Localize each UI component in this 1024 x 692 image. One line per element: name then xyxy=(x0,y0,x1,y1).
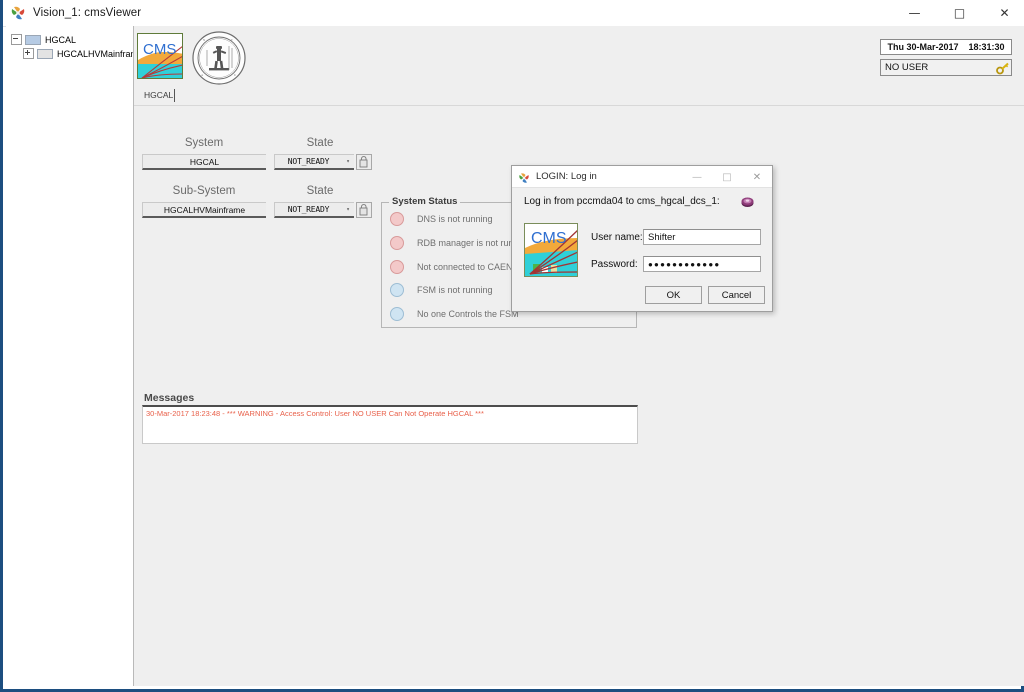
login-prompt-text: Log in from pccmda04 to cms_hgcal_dcs_1: xyxy=(524,196,720,207)
state-column-header-2: State xyxy=(306,185,334,197)
login-close-button[interactable]: ✕ xyxy=(742,166,772,188)
tab-hgcal[interactable]: HGCAL xyxy=(140,88,177,102)
message-line: 30-Mar-2017 18:23:48 - *** WARNING - Acc… xyxy=(146,409,484,418)
maximize-button[interactable]: □ xyxy=(937,0,982,26)
badge-icon xyxy=(740,196,755,209)
cancel-button[interactable]: Cancel xyxy=(708,286,765,304)
clock-time: 18:31:30 xyxy=(968,42,1005,52)
tree-node-icon xyxy=(25,34,41,45)
user-value: NO USER xyxy=(885,62,929,73)
tree-expand-toggle-icon[interactable] xyxy=(23,48,34,59)
main-content-area: CMS N T A U HGCAL Thu 30-Mar-2017 18:31:… xyxy=(134,26,1024,686)
close-button[interactable]: ✕ xyxy=(982,0,1024,26)
system-column-header: System xyxy=(184,137,224,149)
messages-list[interactable]: 30-Mar-2017 18:23:48 - *** WARNING - Acc… xyxy=(142,405,638,444)
status-text: DNS is not running xyxy=(417,214,493,224)
login-minimize-button[interactable]: — xyxy=(682,166,712,188)
state-value-1: NOT_READY xyxy=(287,157,330,166)
status-text: Not connected to CAEN xyxy=(417,262,513,272)
system-status-title: System Status xyxy=(389,196,461,207)
tree-collapse-toggle-icon[interactable] xyxy=(11,34,22,45)
clock-date: Thu 30-Mar-2017 xyxy=(887,42,959,52)
username-input[interactable]: Shifter xyxy=(643,229,761,245)
pinwheel-icon xyxy=(10,5,26,21)
state-dropdown-subsystem[interactable]: NOT_READY ▾ xyxy=(274,202,354,218)
navigation-tree-panel: HGCAL HGCALHVMainframe xyxy=(6,26,134,686)
tree-item-hgcalhvmainframe[interactable]: HGCALHVMainframe xyxy=(6,47,133,60)
svg-text:CMS: CMS xyxy=(143,41,176,58)
application-window: Vision_1: cmsViewer — □ ✕ HGCAL HGCALHVM… xyxy=(0,0,1024,692)
status-led-icon xyxy=(390,236,404,250)
window-titlebar: Vision_1: cmsViewer — □ ✕ xyxy=(3,0,1024,27)
subsystem-column-header: Sub-System xyxy=(172,185,236,197)
cms-logo: CMS xyxy=(137,33,183,79)
chevron-down-icon: ▾ xyxy=(346,206,350,213)
status-led-icon xyxy=(390,260,404,274)
tree-item-label: HGCALHVMainframe xyxy=(57,48,133,59)
login-window-controls: — □ ✕ xyxy=(682,166,772,188)
status-led-icon xyxy=(390,212,404,226)
password-label: Password: xyxy=(591,259,638,270)
login-dialog-titlebar: LOGIN: Log in — □ ✕ xyxy=(512,166,772,188)
status-text: FSM is not running xyxy=(417,285,493,295)
tree-node-icon xyxy=(37,48,53,59)
tab-divider xyxy=(174,89,175,102)
state-value-2: NOT_READY xyxy=(287,205,330,214)
tree-item-hgcal[interactable]: HGCAL xyxy=(6,33,133,46)
user-field[interactable]: NO USER xyxy=(880,59,1012,76)
username-label: User name: xyxy=(591,232,643,243)
status-row: RDB manager is not running xyxy=(390,236,531,250)
subsystem-value-field[interactable]: HGCALHVMainframe xyxy=(142,202,266,218)
login-dialog: LOGIN: Log in — □ ✕ Log in from pccmda04… xyxy=(511,165,773,312)
lock-button-system[interactable] xyxy=(356,154,372,170)
login-dialog-title: LOGIN: Log in xyxy=(536,171,597,182)
login-maximize-button: □ xyxy=(722,171,732,183)
state-column-header-1: State xyxy=(306,137,334,149)
minimize-button[interactable]: — xyxy=(892,0,937,26)
institute-seal: NT AU xyxy=(191,30,247,86)
tab-underline xyxy=(134,105,1024,106)
tree-item-label: HGCAL xyxy=(45,34,77,45)
clock-display: Thu 30-Mar-2017 18:31:30 xyxy=(880,39,1012,55)
system-value-field[interactable]: HGCAL xyxy=(142,154,266,170)
lock-button-subsystem[interactable] xyxy=(356,202,372,218)
status-led-icon xyxy=(390,283,404,297)
key-icon[interactable] xyxy=(996,62,1009,75)
window-controls: — □ ✕ xyxy=(892,0,1024,26)
svg-text:CMS: CMS xyxy=(531,230,567,247)
messages-title: Messages xyxy=(144,392,195,404)
window-title: Vision_1: cmsViewer xyxy=(33,7,142,19)
ok-button[interactable]: OK xyxy=(645,286,702,304)
chevron-down-icon: ▾ xyxy=(346,158,350,165)
password-input[interactable]: ●●●●●●●●●●●● xyxy=(643,256,761,272)
state-dropdown-system[interactable]: NOT_READY ▾ xyxy=(274,154,354,170)
pinwheel-icon xyxy=(518,171,530,183)
status-row: Not connected to CAEN xyxy=(390,260,513,274)
status-row: DNS is not running xyxy=(390,212,493,226)
status-text: No one Controls the FSM xyxy=(417,309,519,319)
status-row: No one Controls the FSM xyxy=(390,307,519,321)
status-row: FSM is not running xyxy=(390,283,493,297)
svg-text:T: T xyxy=(231,38,233,42)
tab-strip: HGCAL xyxy=(134,88,1024,106)
status-led-icon xyxy=(390,307,404,321)
cms-logo: CMS xyxy=(524,223,578,277)
